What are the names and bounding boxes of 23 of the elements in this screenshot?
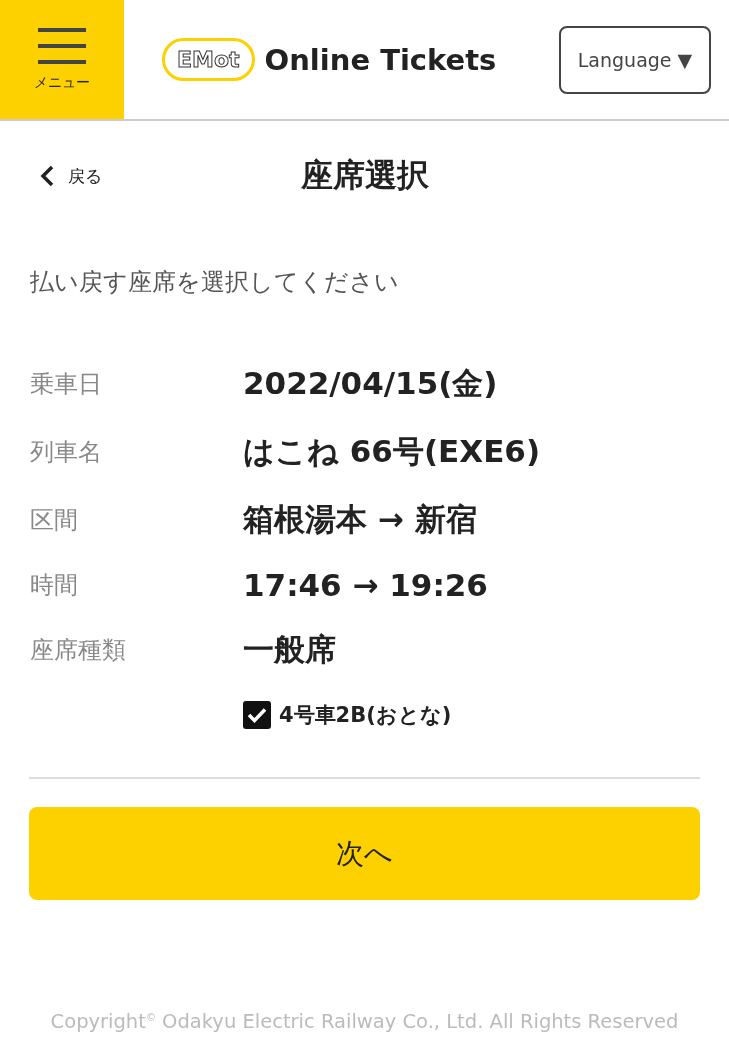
detail-label: 座席種類 [30,635,127,666]
detail-label: 時間 [30,570,79,601]
seat-label: 4号車2B(おとな) [279,702,452,729]
copyright-text: Copyright$^{©}$ Odakyu Electric Railway Co., Ltd. All Rights Reserved [49,1010,680,1033]
back-button[interactable]: 戻る [40,164,102,188]
checkbox[interactable] [243,701,271,729]
next-button[interactable]: 次へ [29,807,700,900]
language-button[interactable]: Language ▼ [559,25,711,94]
detail-value: 箱根湯本 → 新宿 [243,500,478,539]
logo: EMot [162,38,255,81]
menu-button[interactable]: メニュー [0,0,124,119]
detail-value: はこね 66号(EXE6) [243,432,542,471]
detail-value: 一般席 [243,630,337,669]
site-title: Online Tickets [264,42,497,77]
instruction-text: 払い戻す座席を選択してください [30,267,400,298]
detail-label: 列車名 [30,437,103,468]
detail-value: 17:46 → 19:26 [243,567,489,603]
detail-label: 区間 [30,505,79,536]
menu-icon [38,27,86,64]
detail-label: 乗車日 [30,369,103,400]
page-title: 座席選択 [300,156,429,194]
detail-value: 2022/04/15(金) [243,364,499,403]
chevron-left-icon [40,165,54,187]
